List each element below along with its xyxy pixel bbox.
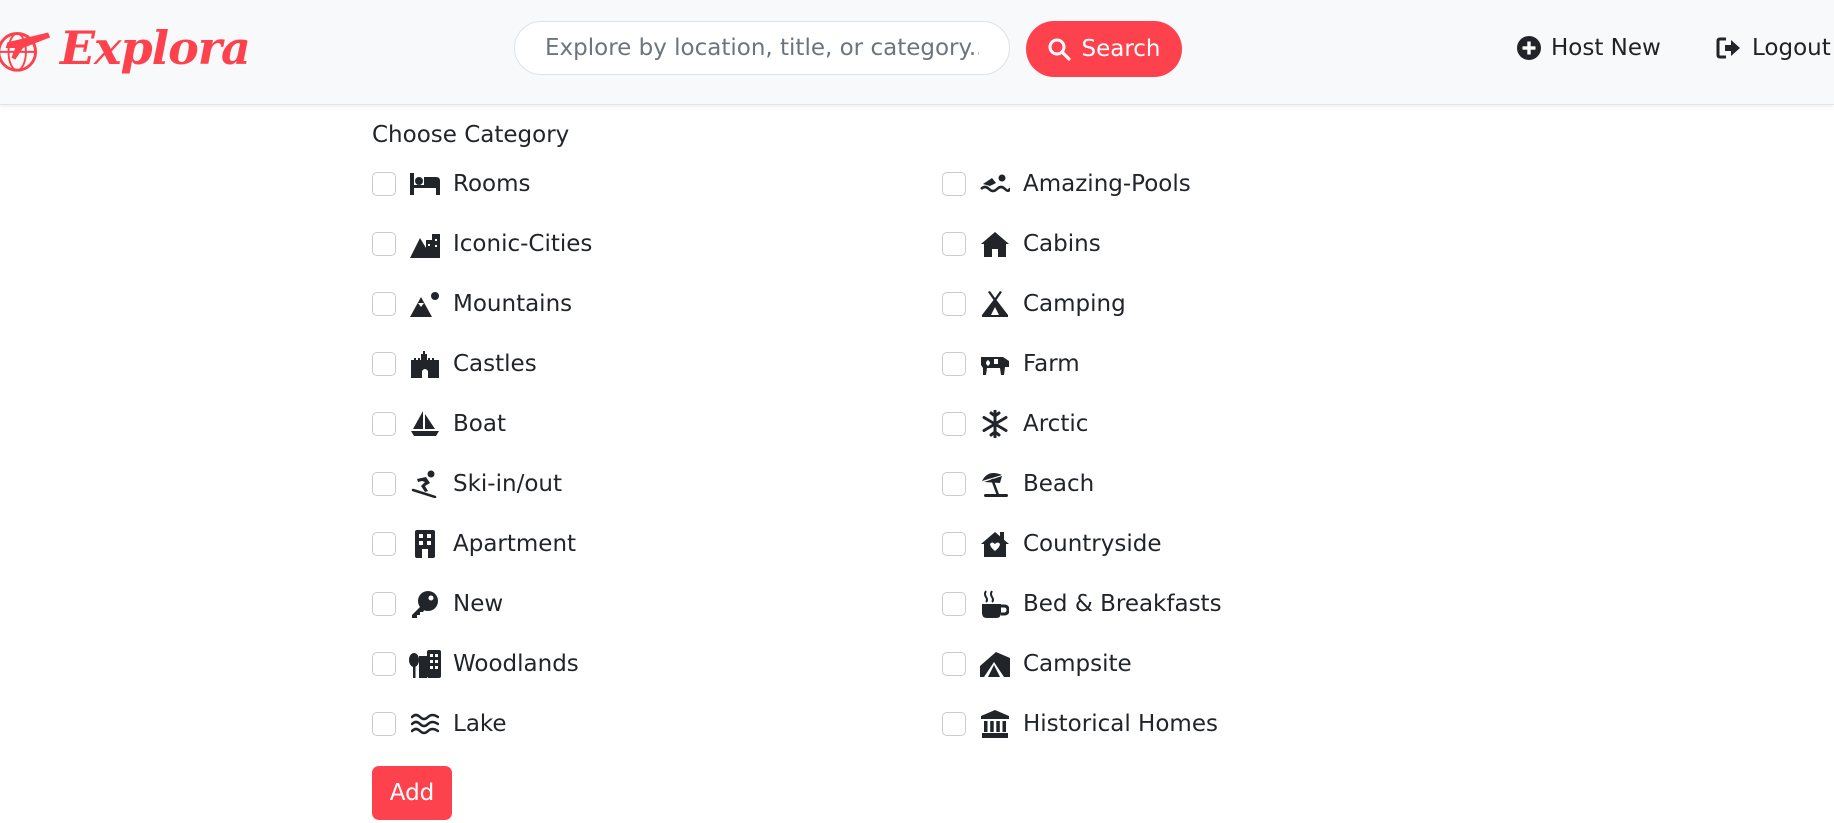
category-label: Amazing-Pools bbox=[1023, 171, 1191, 197]
category-checkbox-mountains[interactable] bbox=[372, 292, 396, 316]
category-checkbox-campsite[interactable] bbox=[942, 652, 966, 676]
category-checkbox-arctic[interactable] bbox=[942, 412, 966, 436]
building-icon bbox=[409, 529, 441, 559]
category-label: Ski-in/out bbox=[453, 471, 562, 497]
category-item-beach[interactable]: Beach bbox=[942, 466, 1094, 502]
category-checkbox-new[interactable] bbox=[372, 592, 396, 616]
host-new-link[interactable]: Host New bbox=[1517, 28, 1661, 68]
airplane-globe-icon bbox=[0, 32, 51, 72]
snowboarding-icon bbox=[409, 469, 441, 499]
category-label: Farm bbox=[1023, 351, 1080, 377]
category-label: Woodlands bbox=[453, 651, 579, 677]
category-item-woodlands[interactable]: Woodlands bbox=[372, 646, 579, 682]
category-label: Cabins bbox=[1023, 231, 1101, 257]
category-item-iconic-cities[interactable]: Iconic-Cities bbox=[372, 226, 592, 262]
category-label: New bbox=[453, 591, 504, 617]
category-label: Iconic-Cities bbox=[453, 231, 593, 257]
category-item-mountains[interactable]: Mountains bbox=[372, 286, 572, 322]
house-chimney-icon bbox=[979, 529, 1011, 559]
category-checkbox-woodlands[interactable] bbox=[372, 652, 396, 676]
category-checkbox-rooms[interactable] bbox=[372, 172, 396, 196]
logout-link[interactable]: Logout bbox=[1716, 28, 1831, 68]
mountain-city-icon bbox=[409, 229, 441, 259]
category-item-historical-homes[interactable]: Historical Homes bbox=[942, 706, 1218, 742]
category-label: Camping bbox=[1023, 291, 1126, 317]
host-new-label: Host New bbox=[1551, 35, 1661, 61]
category-label: Campsite bbox=[1023, 651, 1132, 677]
category-item-arctic[interactable]: Arctic bbox=[942, 406, 1088, 442]
water-icon bbox=[409, 709, 441, 739]
category-checkbox-ski-in-out[interactable] bbox=[372, 472, 396, 496]
sailboat-icon bbox=[409, 409, 441, 439]
navbar: Explora Search Host New Logout bbox=[0, 0, 1834, 105]
category-label: Boat bbox=[453, 411, 506, 437]
search-input[interactable] bbox=[514, 21, 1010, 75]
cow-icon bbox=[979, 349, 1011, 379]
category-item-countryside[interactable]: Countryside bbox=[942, 526, 1162, 562]
category-item-amazing-pools[interactable]: Amazing-Pools bbox=[942, 166, 1191, 202]
category-checkbox-countryside[interactable] bbox=[942, 532, 966, 556]
plus-circle-icon bbox=[1517, 36, 1541, 60]
category-item-new[interactable]: New bbox=[372, 586, 503, 622]
category-label: Historical Homes bbox=[1023, 711, 1218, 737]
category-checkbox-iconic-cities[interactable] bbox=[372, 232, 396, 256]
category-label: Lake bbox=[453, 711, 507, 737]
category-item-ski-in-out[interactable]: Ski-in/out bbox=[372, 466, 562, 502]
key-icon bbox=[409, 589, 441, 619]
swimmer-icon bbox=[979, 169, 1011, 199]
category-checkbox-castles[interactable] bbox=[372, 352, 396, 376]
mountain-sun-icon bbox=[409, 289, 441, 319]
castle-icon bbox=[409, 349, 441, 379]
category-item-castles[interactable]: Castles bbox=[372, 346, 537, 382]
category-item-bed-breakfasts[interactable]: Bed & Breakfasts bbox=[942, 586, 1222, 622]
category-checkbox-camping[interactable] bbox=[942, 292, 966, 316]
category-label: Arctic bbox=[1023, 411, 1089, 437]
logout-icon bbox=[1716, 37, 1740, 59]
landmark-icon bbox=[979, 709, 1011, 739]
search-button[interactable]: Search bbox=[1026, 21, 1182, 77]
tree-city-icon bbox=[409, 649, 441, 679]
category-label: Castles bbox=[453, 351, 537, 377]
category-item-boat[interactable]: Boat bbox=[372, 406, 506, 442]
search-icon bbox=[1048, 38, 1072, 61]
choose-category-label: Choose Category bbox=[372, 122, 570, 148]
mug-hot-icon bbox=[979, 589, 1011, 619]
brand-logo[interactable]: Explora bbox=[0, 16, 251, 80]
category-item-campsite[interactable]: Campsite bbox=[942, 646, 1132, 682]
category-item-rooms[interactable]: Rooms bbox=[372, 166, 530, 202]
category-checkbox-beach[interactable] bbox=[942, 472, 966, 496]
category-item-camping[interactable]: Camping bbox=[942, 286, 1126, 322]
snowflake-icon bbox=[979, 409, 1011, 439]
category-label: Bed & Breakfasts bbox=[1023, 591, 1222, 617]
category-item-apartment[interactable]: Apartment bbox=[372, 526, 576, 562]
category-label: Beach bbox=[1023, 471, 1095, 497]
umbrella-beach-icon bbox=[979, 469, 1011, 499]
category-checkbox-bed-breakfasts[interactable] bbox=[942, 592, 966, 616]
category-label: Countryside bbox=[1023, 531, 1162, 557]
category-label: Mountains bbox=[453, 291, 573, 317]
category-checkbox-lake[interactable] bbox=[372, 712, 396, 736]
campground-icon bbox=[979, 649, 1011, 679]
category-checkbox-farm[interactable] bbox=[942, 352, 966, 376]
category-label: Apartment bbox=[453, 531, 577, 557]
bed-icon bbox=[409, 169, 441, 199]
category-checkbox-cabins[interactable] bbox=[942, 232, 966, 256]
category-item-farm[interactable]: Farm bbox=[942, 346, 1080, 382]
category-item-cabins[interactable]: Cabins bbox=[942, 226, 1101, 262]
add-button[interactable]: Add bbox=[372, 766, 452, 820]
category-checkbox-boat[interactable] bbox=[372, 412, 396, 436]
logout-label: Logout bbox=[1752, 35, 1831, 61]
category-item-lake[interactable]: Lake bbox=[372, 706, 507, 742]
house-icon bbox=[979, 229, 1011, 259]
category-checkbox-amazing-pools[interactable] bbox=[942, 172, 966, 196]
category-label: Rooms bbox=[453, 171, 531, 197]
tent-icon bbox=[979, 289, 1011, 319]
category-checkbox-historical-homes[interactable] bbox=[942, 712, 966, 736]
brand-name: Explora bbox=[60, 21, 251, 75]
category-checkbox-apartment[interactable] bbox=[372, 532, 396, 556]
search-button-label: Search bbox=[1081, 36, 1161, 62]
